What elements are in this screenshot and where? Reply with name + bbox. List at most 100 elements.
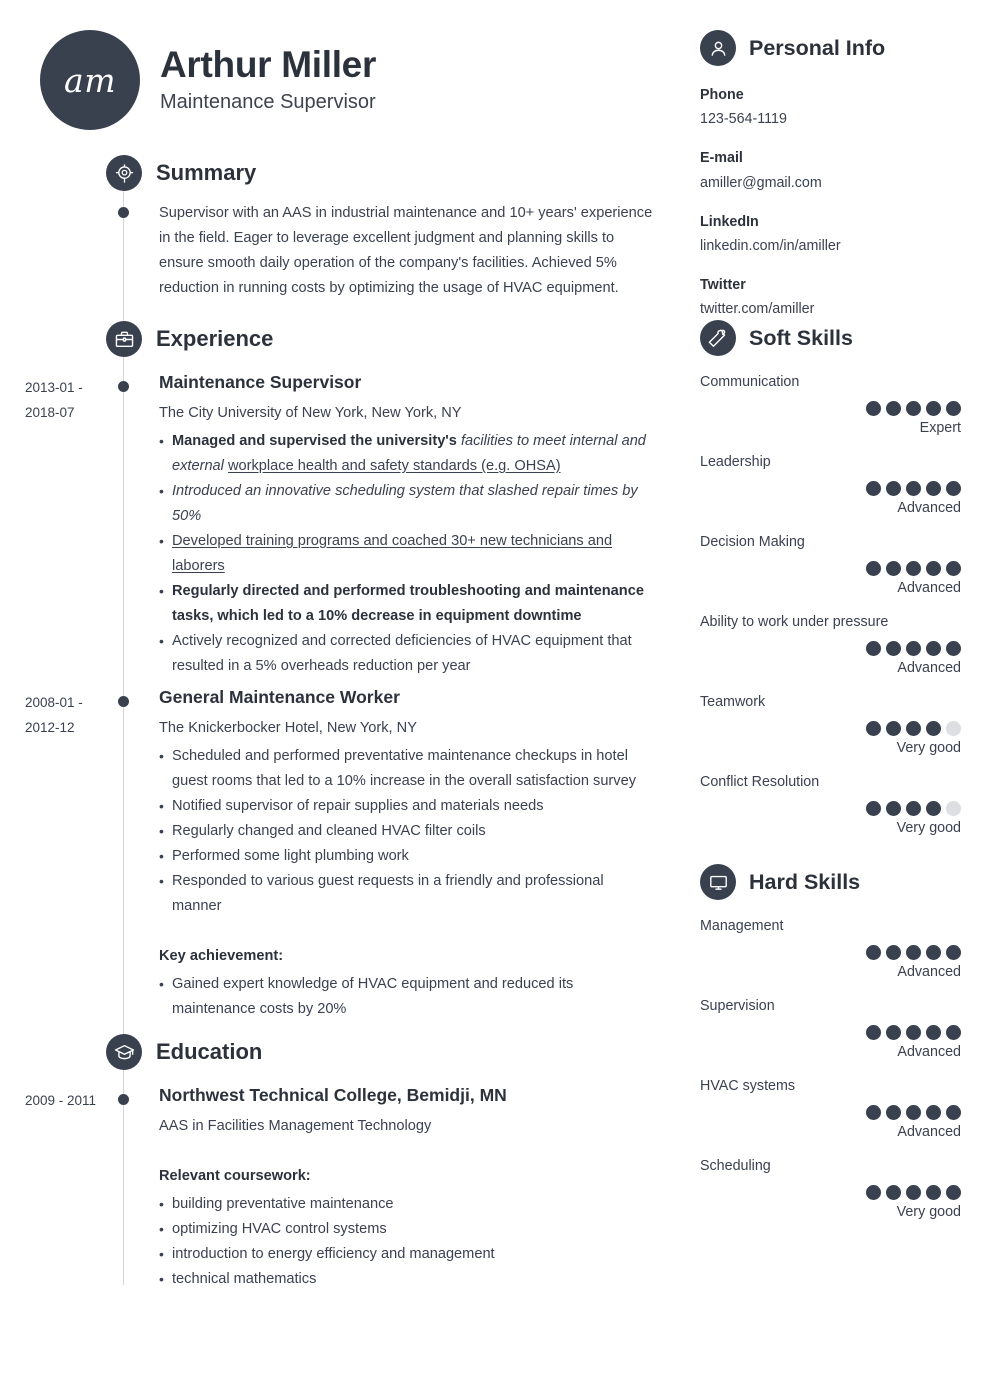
skill-row: Scheduling Very good (700, 1156, 990, 1220)
skill-rating-dots (700, 561, 990, 577)
skill-level-label: Very good (896, 740, 961, 757)
coursework-bullets: building preventative maintenance optimi… (159, 1192, 659, 1292)
personal-info-item: LinkedIn linkedin.com/in/amiller (700, 212, 990, 258)
pi-value-twitter[interactable]: twitter.com/amiller (700, 298, 990, 321)
list-item: optimizing HVAC control systems (159, 1217, 659, 1242)
skill-name: Ability to work under pressure (700, 614, 889, 631)
skill-name: Conflict Resolution (700, 774, 820, 791)
list-item: Regularly directed and performed trouble… (159, 579, 664, 629)
experience-employer: The City University of New York, New Yor… (159, 404, 462, 421)
rating-dot-filled (906, 801, 921, 817)
key-achievement-bullets: Gained expert knowledge of HVAC equipmen… (159, 972, 657, 1022)
job-title: Maintenance Supervisor (160, 91, 376, 114)
list-item: Introduced an innovative scheduling syst… (159, 479, 664, 529)
rating-dot-filled (886, 1105, 901, 1121)
experience-bullets: Scheduled and performed preventative mai… (159, 744, 657, 919)
skill-rating-dots (700, 1185, 990, 1201)
rating-dot-filled (866, 1025, 881, 1041)
education-degree: AAS in Facilities Management Technology (159, 1117, 432, 1134)
skill-name: Management (700, 918, 784, 934)
list-item: Performed some light plumbing work (159, 844, 657, 869)
experience-dates: 2008-01 - 2012-12 (25, 695, 83, 735)
skill-name: Decision Making (700, 534, 805, 551)
rating-dot-filled (926, 401, 941, 417)
rating-dot-filled (866, 481, 881, 497)
skill-rating-dots (700, 1025, 990, 1041)
rating-dot-filled (866, 1185, 881, 1201)
rating-dot-filled (906, 481, 921, 497)
rating-dot-filled (906, 945, 921, 961)
rating-dot-empty (946, 721, 961, 737)
rating-dot-filled (926, 481, 941, 497)
skill-rating-dots (700, 945, 990, 961)
rating-dot-filled (906, 401, 921, 417)
skill-row: Ability to work under pressure Advanced (700, 612, 990, 676)
rating-dot-filled (886, 1185, 901, 1201)
list-item: Regularly changed and cleaned HVAC filte… (159, 819, 657, 844)
skill-name: Communication (700, 374, 800, 390)
personal-info-item: Twitter twitter.com/amiller (700, 275, 990, 321)
rating-dot-filled (866, 945, 881, 961)
rating-dot-filled (906, 561, 921, 577)
section-title-soft-skills: Soft Skills (749, 325, 853, 350)
resume-page: am Arthur Miller Maintenance Supervisor … (0, 0, 990, 1400)
rating-dot-filled (926, 721, 941, 737)
section-title-experience: Experience (156, 326, 274, 351)
rating-dot-filled (926, 1025, 941, 1041)
skill-row: Decision Making Advanced (700, 532, 990, 596)
pi-value-email[interactable]: amiller@gmail.com (700, 172, 990, 195)
avatar: am (40, 30, 140, 130)
graduation-cap-icon (106, 1034, 142, 1070)
section-title-summary: Summary (156, 160, 257, 185)
left-column: am Arthur Miller Maintenance Supervisor … (0, 0, 690, 1400)
soft-skills-section: Soft Skills Communication Expert Leadershi… (700, 320, 990, 836)
resume-header: am Arthur Miller Maintenance Supervisor (40, 30, 376, 130)
skill-row: Supervision Advanced (700, 996, 990, 1060)
skill-row: Communication Expert (700, 372, 990, 436)
rating-dot-filled (866, 801, 881, 817)
list-item: Managed and supervised the university's … (159, 429, 664, 479)
skill-level-label: Advanced (897, 660, 961, 677)
page-title: Arthur Miller (160, 43, 377, 85)
rating-dot-filled (926, 945, 941, 961)
skill-row: Leadership Advanced (700, 452, 990, 516)
rating-dot-filled (946, 641, 961, 657)
skill-rating-dots (700, 721, 990, 737)
education-school: Northwest Technical College, Bemidji, MN (159, 1085, 507, 1105)
rating-dot-empty (946, 801, 961, 817)
rating-dot-filled (866, 561, 881, 577)
rating-dot-filled (946, 401, 961, 417)
pi-value-linkedin[interactable]: linkedin.com/in/amiller (700, 235, 990, 258)
personal-info-item: E-mail amiller@gmail.com (700, 148, 990, 194)
section-heading-personal-info: Personal Info (700, 30, 990, 66)
rating-dot-filled (946, 481, 961, 497)
rating-dot-filled (946, 945, 961, 961)
briefcase-icon (106, 321, 142, 357)
personal-info-item: Phone 123-564-1119 (700, 85, 990, 131)
hard-skills-list: Management Advanced Supervision Advanced HVA… (700, 916, 990, 1220)
skill-level-label: Very good (896, 1204, 961, 1221)
list-item: technical mathematics (159, 1267, 659, 1292)
experience-employer: The Knickerbocker Hotel, New York, NY (159, 719, 417, 736)
rating-dot-filled (946, 1185, 961, 1201)
key-achievement-label: Key achievement: (159, 947, 284, 964)
section-title-personal-info: Personal Info (749, 35, 886, 60)
experience-dates: 2013-01 - 2018-07 (25, 380, 83, 420)
section-heading-hard-skills: Hard Skills (700, 864, 990, 900)
puzzle-piece-icon (700, 320, 736, 356)
list-item: Gained expert knowledge of HVAC equipmen… (159, 972, 657, 1022)
skill-name: Supervision (700, 998, 775, 1015)
skill-rating-dots (700, 641, 990, 657)
rating-dot-filled (946, 1105, 961, 1121)
rating-dot-filled (886, 561, 901, 577)
list-item: Responded to various guest requests in a… (159, 869, 657, 919)
experience-entry: Maintenance Supervisor The City Universi… (159, 372, 664, 679)
monitor-icon (700, 864, 736, 900)
skill-name: Scheduling (700, 1158, 771, 1175)
rating-dot-filled (906, 1025, 921, 1041)
pi-label-email: E-mail (700, 150, 743, 167)
skill-rating-dots (700, 401, 990, 417)
skill-rating-dots (700, 801, 990, 817)
pi-label-twitter: Twitter (700, 276, 746, 293)
section-title-hard-skills: Hard Skills (749, 869, 861, 894)
